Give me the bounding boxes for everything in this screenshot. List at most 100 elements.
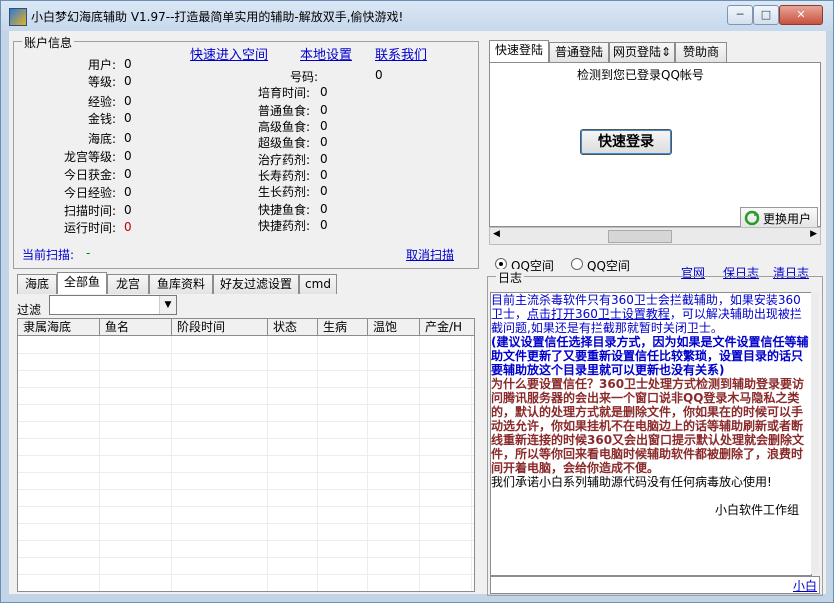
cancel-scan-link[interactable]: 取消扫描	[406, 246, 454, 263]
tab-normal-login[interactable]: 普通登陆	[549, 42, 609, 62]
exp-label: 经验:	[87, 95, 116, 109]
grid-line	[367, 336, 368, 591]
grid-line	[471, 336, 472, 591]
log-text-area[interactable]: 目前主流杀毒软件只有360卫士会拦截辅助，如果安装360卫士，点击打开360卫士…	[490, 292, 812, 576]
close-button[interactable]: ✕	[779, 5, 823, 25]
heal-potion-value: 0	[320, 152, 328, 166]
exp-value: 0	[124, 94, 132, 108]
log-group: 日志 目前主流杀毒软件只有360卫士会拦截辅助，如果安装360卫士，点击打开36…	[487, 269, 823, 596]
qq-number-value: 0	[375, 68, 383, 82]
tab-all-fish[interactable]: 全部鱼	[57, 272, 107, 294]
col-status[interactable]: 状态	[268, 319, 318, 335]
log-footer-link[interactable]: 小白	[793, 577, 817, 594]
quick-food-value: 0	[320, 202, 328, 216]
tab-seabed[interactable]: 海底	[17, 274, 57, 294]
tab-cmd[interactable]: cmd	[299, 274, 337, 294]
log-legend: 日志	[496, 269, 525, 286]
advanced-food-value: 0	[320, 119, 328, 133]
col-stage-time[interactable]: 阶段时间	[172, 319, 268, 335]
client-area: 账户信息 快速进入空间 本地设置 联系我们 用户: 0 等级: 0 经验: 0 …	[9, 31, 826, 596]
grid-line	[171, 336, 172, 591]
col-sick[interactable]: 生病	[318, 319, 368, 335]
user-label: 用户:	[87, 58, 116, 72]
minimize-button[interactable]: ─	[727, 5, 753, 25]
account-info-legend: 账户信息	[22, 34, 75, 51]
tab-scroll-icon: ⇕	[660, 45, 672, 59]
tab-friend-filter[interactable]: 好友过滤设置	[213, 274, 299, 294]
quick-login-panel: 检测到您已登录QQ帐号 快速登录 更换用户	[489, 62, 821, 231]
grid-line	[18, 489, 474, 490]
palace-level-label: 龙宫等级:	[63, 150, 116, 164]
app-icon	[9, 8, 27, 26]
longevity-potion-value: 0	[320, 168, 328, 182]
grid-line	[18, 540, 474, 541]
today-gold-value: 0	[124, 167, 132, 181]
grid-line	[18, 557, 474, 558]
money-value: 0	[124, 111, 132, 125]
local-settings-link[interactable]: 本地设置	[300, 44, 352, 63]
col-gold-per-hour[interactable]: 产金/H	[420, 319, 474, 335]
grid-line	[18, 370, 474, 371]
advanced-food-label: 高级鱼食:	[257, 120, 310, 134]
window-title: 小白梦幻海底辅助 V1.97--打造最简单实用的辅助-解放双手,偷快游戏!	[31, 10, 404, 24]
quick-food-label: 快捷鱼食:	[257, 203, 310, 217]
log-line-why-trust: 为什么要设置信任？360卫士处理方式检测到辅助登录要访问腾讯服务器的会出来一个窗…	[491, 377, 805, 475]
growth-potion-value: 0	[320, 184, 328, 198]
tab-web-login[interactable]: 网页登陆⇕	[609, 42, 675, 62]
tab-dragon-palace[interactable]: 龙宫	[107, 274, 149, 294]
scroll-left-icon[interactable]: ◀	[493, 229, 500, 239]
fish-table[interactable]: 隶属海底 鱼名 阶段时间 状态 生病 温饱 产金/H	[17, 318, 475, 592]
login-horizontal-scrollbar[interactable]: ◀ ▶	[489, 227, 821, 245]
quick-space-link[interactable]: 快速进入空间	[190, 44, 268, 63]
log-360-tutorial-link[interactable]: 点击打开360卫士设置教程	[527, 307, 670, 321]
super-food-value: 0	[320, 135, 328, 149]
grow-time-value: 0	[320, 85, 328, 99]
grid-line	[18, 455, 474, 456]
money-label: 金钱:	[87, 112, 116, 126]
filter-label: 过滤	[17, 303, 42, 317]
grid-line	[18, 421, 474, 422]
heal-potion-label: 治疗药剂:	[257, 153, 310, 167]
longevity-potion-label: 长寿药剂:	[257, 169, 310, 183]
scan-time-value: 0	[124, 203, 132, 217]
title-bar[interactable]: 小白梦幻海底辅助 V1.97--打造最简单实用的辅助-解放双手,偷快游戏! ─ …	[1, 1, 833, 31]
grid-line	[267, 336, 268, 591]
quick-login-button[interactable]: 快速登录	[580, 129, 672, 155]
col-fish-name[interactable]: 鱼名	[100, 319, 172, 335]
login-detected-text: 检测到您已登录QQ帐号	[577, 68, 704, 82]
log-vertical-scrollbar[interactable]	[811, 292, 819, 574]
chevron-down-icon[interactable]: ▼	[159, 296, 176, 314]
grid-line	[18, 404, 474, 405]
grid-line	[18, 472, 474, 473]
grid-line	[18, 387, 474, 388]
tab-quick-login[interactable]: 快速登陆	[489, 40, 549, 62]
col-seabed[interactable]: 隶属海底	[18, 319, 100, 335]
scan-time-label: 扫描时间:	[63, 204, 116, 218]
today-exp-value: 0	[124, 185, 132, 199]
grid-line	[18, 523, 474, 524]
qq-number-label: 号码:	[289, 70, 318, 84]
log-input-field[interactable]: 小白	[490, 576, 820, 594]
contact-us-link[interactable]: 联系我们	[375, 44, 427, 63]
seabed-value: 0	[124, 131, 132, 145]
app-window: 小白梦幻海底辅助 V1.97--打造最简单实用的辅助-解放双手,偷快游戏! ─ …	[0, 0, 834, 603]
scroll-thumb[interactable]	[608, 230, 672, 243]
log-line-trust-advice: (建议设置信任选择目录方式，因为如果是文件设置信任等辅助文件更新了又要重新设置信…	[491, 335, 809, 377]
grid-line	[18, 438, 474, 439]
maximize-button[interactable]: □	[753, 5, 779, 25]
qq-space-radio-2-label: QQ空间	[587, 259, 630, 273]
level-value: 0	[124, 74, 132, 88]
qq-space-radio-2[interactable]	[571, 258, 583, 270]
quick-potion-label: 快捷药剂:	[257, 219, 310, 233]
super-food-label: 超级鱼食:	[257, 136, 310, 150]
today-exp-label: 今日经验:	[63, 186, 116, 200]
filter-dropdown[interactable]: ▼	[49, 295, 177, 315]
grid-line	[18, 574, 474, 575]
tab-sponsor[interactable]: 赞助商	[675, 42, 727, 62]
tab-fish-database[interactable]: 鱼库资料	[149, 274, 213, 294]
col-fed[interactable]: 温饱	[368, 319, 420, 335]
log-signature: 小白软件工作组	[714, 503, 799, 517]
grid-line	[18, 506, 474, 507]
main-tabs: 海底 全部鱼 龙宫 鱼库资料 好友过滤设置 cmd	[17, 272, 477, 294]
scroll-right-icon[interactable]: ▶	[810, 229, 817, 239]
